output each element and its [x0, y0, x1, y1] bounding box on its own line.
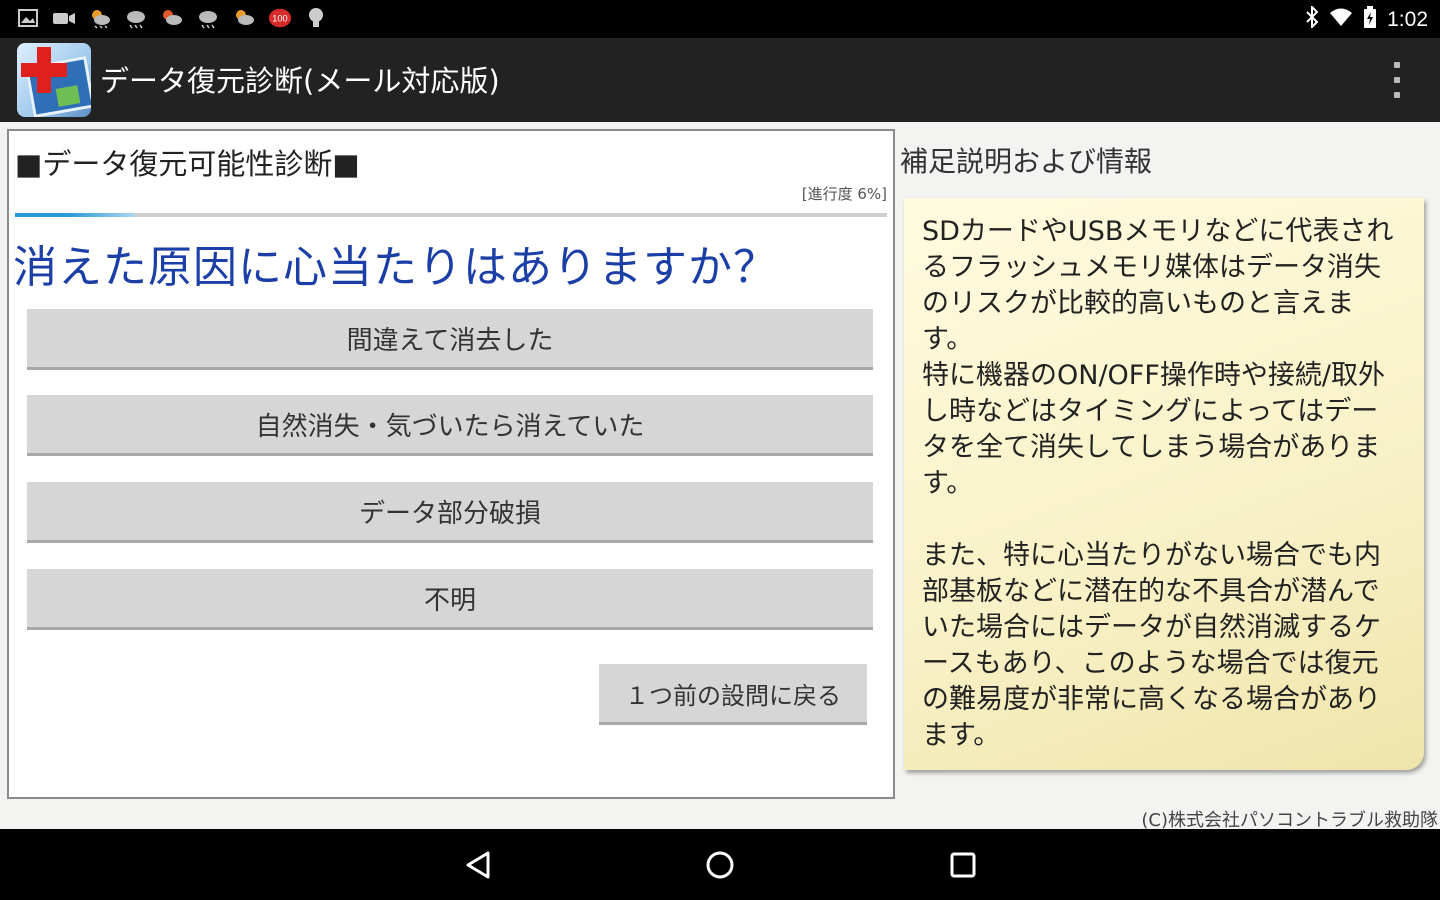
answer-button[interactable]: 自然消失・気づいたら消えていた	[27, 395, 873, 456]
answer-button[interactable]: 間違えて消去した	[27, 309, 873, 370]
answer-button[interactable]: データ部分破損	[27, 482, 873, 543]
progress-fill	[15, 213, 136, 217]
gallery-icon	[16, 6, 40, 30]
app-title: データ復元診断(メール対応版)	[100, 64, 500, 98]
notification-icons: 100	[16, 6, 328, 30]
info-note-text: SDカードやUSBメモリなどに代表されるフラッシュメモリ媒体はデータ消失のリスク…	[922, 216, 1394, 751]
bluetooth-icon	[1305, 4, 1319, 33]
svg-text:100: 100	[272, 14, 287, 24]
weather-icon	[124, 6, 148, 30]
weather-icon	[160, 6, 184, 30]
main-content: ■データ復元可能性診断■ [進行度 6%] 消えた原因に心当たりはありますか？ …	[0, 122, 1440, 831]
info-title: 補足説明および情報	[900, 145, 1153, 178]
battery-100-badge-icon: 100	[268, 6, 292, 30]
question-text: 消えた原因に心当たりはありますか？	[13, 242, 778, 293]
video-icon	[52, 6, 76, 30]
clock: 1:02	[1387, 7, 1428, 31]
wifi-icon	[1329, 7, 1353, 32]
progress-bar	[15, 213, 887, 217]
action-bar: データ復元診断(メール対応版)	[0, 38, 1440, 122]
back-nav-icon[interactable]	[460, 847, 496, 883]
weather-icon	[232, 6, 256, 30]
diagnosis-panel: ■データ復元可能性診断■ [進行度 6%] 消えた原因に心当たりはありますか？ …	[7, 129, 895, 799]
navigation-bar	[0, 829, 1440, 900]
answer-button[interactable]: 不明	[27, 569, 873, 630]
status-right: 1:02	[1305, 4, 1428, 33]
recents-nav-icon[interactable]	[945, 847, 981, 883]
home-nav-icon[interactable]	[702, 847, 738, 883]
section-title: ■データ復元可能性診断■	[15, 147, 360, 181]
overflow-menu-icon[interactable]	[1392, 62, 1402, 98]
battery-icon	[1363, 6, 1377, 33]
lightbulb-icon	[304, 6, 328, 30]
back-button[interactable]: １つ前の設問に戻る	[599, 664, 867, 725]
app-logo-icon[interactable]	[17, 43, 91, 117]
weather-icon	[196, 6, 220, 30]
progress-label: [進行度 6%]	[801, 185, 887, 203]
status-bar: 100 1:02	[0, 0, 1440, 38]
weather-icon	[88, 6, 112, 30]
info-note: SDカードやUSBメモリなどに代表されるフラッシュメモリ媒体はデータ消失のリスク…	[904, 198, 1424, 770]
app-screen: 100 1:02 データ復元診断(メール対応版) ■データ復元可能性診断■ [進…	[0, 0, 1440, 900]
